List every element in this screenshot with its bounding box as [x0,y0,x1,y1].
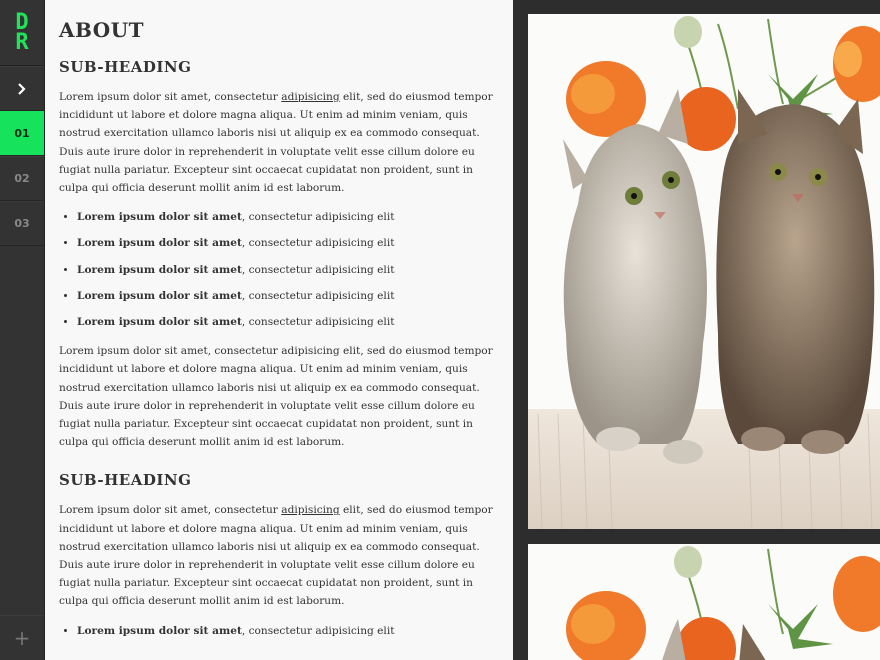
sidebar-item-01[interactable]: 01 [0,111,44,156]
list-item: Lorem ipsum dolor sit amet, consectetur … [77,264,499,277]
chevron-right-icon [18,82,26,95]
list-item: Lorem ipsum dolor sit amet, consectetur … [77,316,499,329]
gallery-photo[interactable] [528,14,880,529]
kittens-photo [528,14,880,529]
sidebar-item-label: 03 [14,217,30,230]
photo-gallery[interactable] [513,0,880,660]
sidebar-item-label: 01 [14,127,30,140]
sidebar-item-label: 02 [14,172,30,185]
inline-link[interactable]: adipisicing [281,91,339,103]
list-item: Lorem ipsum dolor sit amet, consectetur … [77,211,499,224]
logo-letter-r: R [15,29,29,55]
list-item: Lorem ipsum dolor sit amet, consectetur … [77,290,499,303]
list-item: Lorem ipsum dolor sit amet, consectetur … [77,237,499,250]
kitten-right [716,89,875,454]
list-item: Lorem ipsum dolor sit amet, consectetur … [77,625,499,638]
plus-icon: + [13,626,31,650]
paragraph: Lorem ipsum dolor sit amet, consectetur … [59,504,493,608]
paragraph: Lorem ipsum dolor sit amet, consectetur … [59,91,493,195]
add-button[interactable]: + [0,615,44,660]
logo[interactable]: D R [0,0,44,66]
bullet-list: Lorem ipsum dolor sit amet, consectetur … [59,625,499,638]
sidebar-item-03[interactable]: 03 [0,201,44,246]
sub-heading: SUB-HEADING [59,471,192,490]
content-panel[interactable]: ABOUT SUB-HEADING Lorem ipsum dolor sit … [45,0,513,660]
sidebar: D R 01 02 03 + [0,0,45,660]
page-title: ABOUT [59,18,145,42]
sidebar-toggle-button[interactable] [0,66,44,111]
bullet-list: Lorem ipsum dolor sit amet, consectetur … [59,211,499,329]
sidebar-item-02[interactable]: 02 [0,156,44,201]
paragraph: Lorem ipsum dolor sit amet, consectetur … [59,345,493,449]
gallery-photo[interactable] [528,544,880,660]
sub-heading: SUB-HEADING [59,58,192,76]
kittens-photo [528,544,880,660]
inline-link[interactable]: adipisicing [281,504,339,516]
